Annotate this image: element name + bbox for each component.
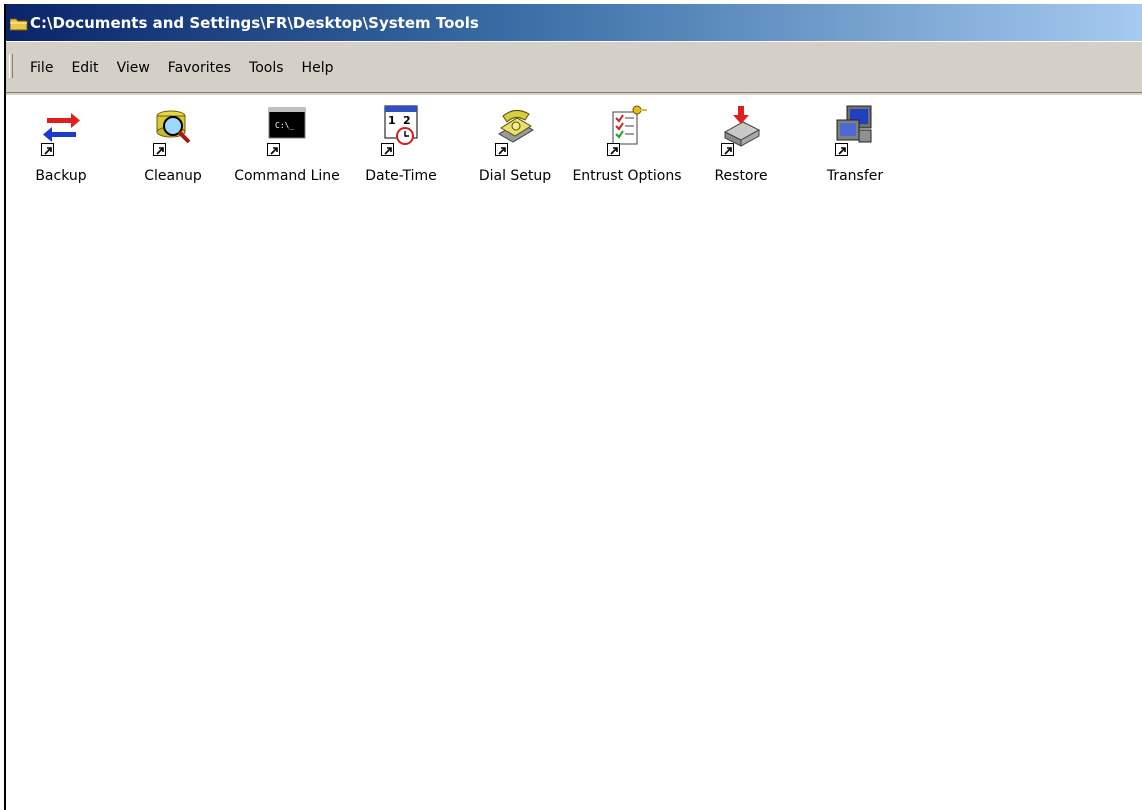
shortcut-date-time[interactable]: 1 2 Date-Time [346,104,456,186]
shortcut-label: Command Line [234,168,340,184]
shortcut-label: Transfer [826,168,884,184]
restore-drive-icon [721,104,761,156]
svg-text:C:\_: C:\_ [275,121,294,130]
shortcut-backup[interactable]: Backup [6,104,116,186]
menu-tools[interactable]: Tools [243,56,290,80]
shortcut-arrow-icon [267,143,280,156]
shortcut-label: Entrust Options [572,168,682,184]
svg-text:2: 2 [403,114,411,127]
shortcut-arrow-icon [381,143,394,156]
calendar-clock-icon: 1 2 [381,104,421,156]
shortcut-label: Cleanup [144,168,202,184]
shortcut-arrow-icon [41,143,54,156]
shortcut-transfer[interactable]: Transfer [800,104,910,186]
cleanup-disk-icon [153,104,193,156]
shortcut-arrow-icon [153,143,166,156]
menu-bar: File Edit View Favorites Tools Help [6,41,1142,92]
shortcut-label: Backup [35,168,87,184]
shortcut-arrow-icon [835,143,848,156]
shortcut-label: Date-Time [365,168,437,184]
shortcut-command-line[interactable]: C:\_ Command Line [232,104,342,186]
backup-arrows-icon [41,104,81,156]
shortcut-label: Dial Setup [478,168,552,184]
checklist-key-icon [607,104,647,156]
svg-text:1: 1 [388,114,396,127]
telephone-icon [495,104,535,156]
command-prompt-icon: C:\_ [267,104,307,156]
title-bar[interactable]: C:\Documents and Settings\FR\Desktop\Sys… [6,4,1142,41]
menu-view[interactable]: View [111,56,156,80]
explorer-window: C:\Documents and Settings\FR\Desktop\Sys… [4,4,1142,810]
shortcut-dial-setup[interactable]: Dial Setup [460,104,570,186]
computer-transfer-icon [835,104,875,156]
toolbar-grip[interactable] [9,54,13,78]
menu-file[interactable]: File [24,56,59,80]
menu-help[interactable]: Help [296,56,340,80]
shortcut-arrow-icon [495,143,508,156]
menu-edit[interactable]: Edit [65,56,104,80]
shortcut-arrow-icon [607,143,620,156]
shortcut-arrow-icon [721,143,734,156]
shortcut-restore[interactable]: Restore [686,104,796,186]
shortcut-cleanup[interactable]: Cleanup [118,104,228,186]
shortcut-label: Restore [714,168,768,184]
menu-favorites[interactable]: Favorites [162,56,237,80]
shortcut-entrust-options[interactable]: Entrust Options [572,104,682,186]
folder-icon [9,16,28,30]
file-list-pane[interactable]: Backup Cleanup C:\_ Command Line 1 2 Dat… [6,96,1142,810]
window-title: C:\Documents and Settings\FR\Desktop\Sys… [30,13,479,32]
